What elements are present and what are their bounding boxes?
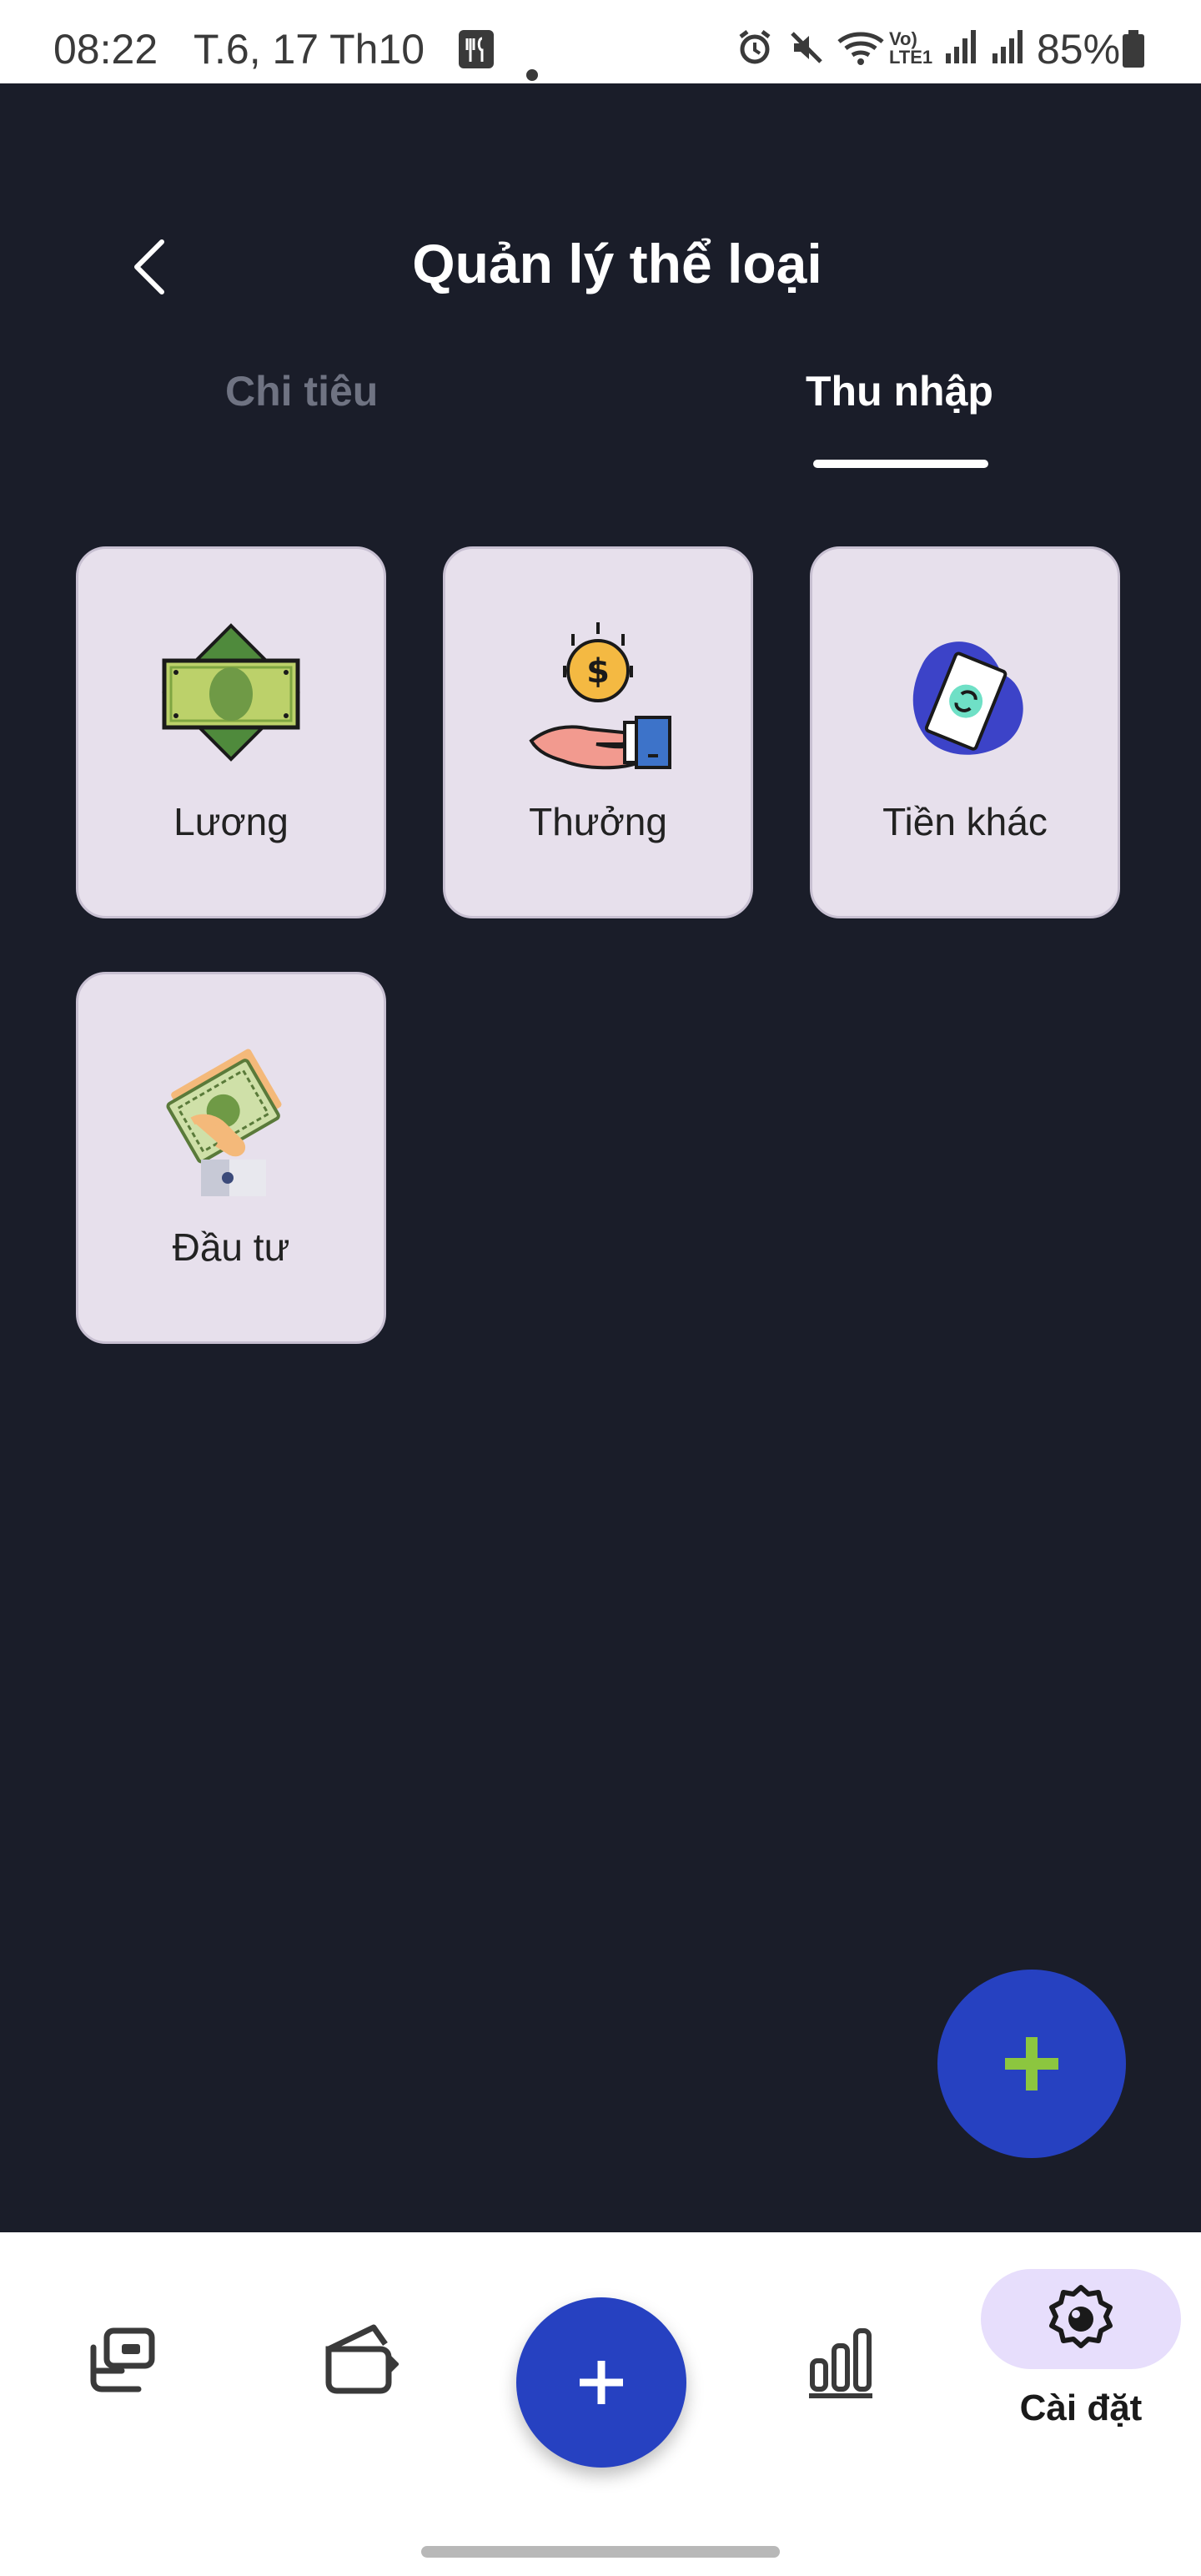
hand-coin-icon: $ [529,622,671,770]
tab-income[interactable]: Thu nhập [806,367,993,415]
category-label: Lương [173,800,289,843]
hand-cash-icon [166,1049,282,1196]
banknote-blob-icon [912,641,1023,755]
restaurant-app-icon [457,28,495,80]
category-label: Tiền khác [882,800,1048,843]
bar-chart-icon [809,2328,872,2398]
nav-statistics[interactable] [807,2324,874,2403]
status-date: T.6, 17 Th10 [193,26,425,73]
plus-icon [1005,2037,1058,2090]
money-bill-icon [162,623,300,762]
settings-icon [1049,2285,1113,2348]
transactions-icon [90,2327,155,2392]
category-card-investment[interactable]: Đầu tư [76,972,386,1344]
volte-icon: Vo) LTE1 [889,28,933,68]
alarm-icon [736,28,774,77]
status-bar: 08:22 T.6, 17 Th10 Vo) LTE1 85% [0,0,1201,83]
category-card-other-money[interactable]: Tiền khác [810,546,1120,918]
category-card-salary[interactable]: Lương [76,546,386,918]
tab-expense[interactable]: Chi tiêu [225,367,378,415]
wifi-icon [836,28,886,77]
battery-percent: 85% [1037,26,1121,73]
nav-settings-label[interactable]: Cài đặt [947,2387,1201,2429]
nav-add-transaction-button[interactable] [516,2297,686,2468]
wallet-icon [325,2324,399,2394]
battery-icon [1121,30,1146,78]
home-indicator[interactable] [421,2546,780,2558]
category-label: Đầu tư [172,1225,290,1269]
add-category-button[interactable] [937,1970,1126,2158]
plus-icon [580,2361,623,2404]
nav-wallet[interactable] [319,2321,399,2400]
notification-dot-icon [525,43,539,92]
signal-icon [942,28,981,77]
page-title: Quản lý thể loại [412,233,822,294]
nav-transactions[interactable] [82,2322,157,2402]
bottom-navigation: Cài đặt [0,2232,1201,2576]
svg-text:$: $ [586,652,610,691]
nav-settings[interactable] [981,2269,1181,2369]
tab-indicator [813,460,988,468]
signal-icon-2 [989,28,1028,77]
status-time: 08:22 [53,26,158,73]
category-label: Thưởng [529,800,667,843]
mute-icon [787,28,826,77]
category-card-bonus[interactable]: $ Thưởng [443,546,753,918]
